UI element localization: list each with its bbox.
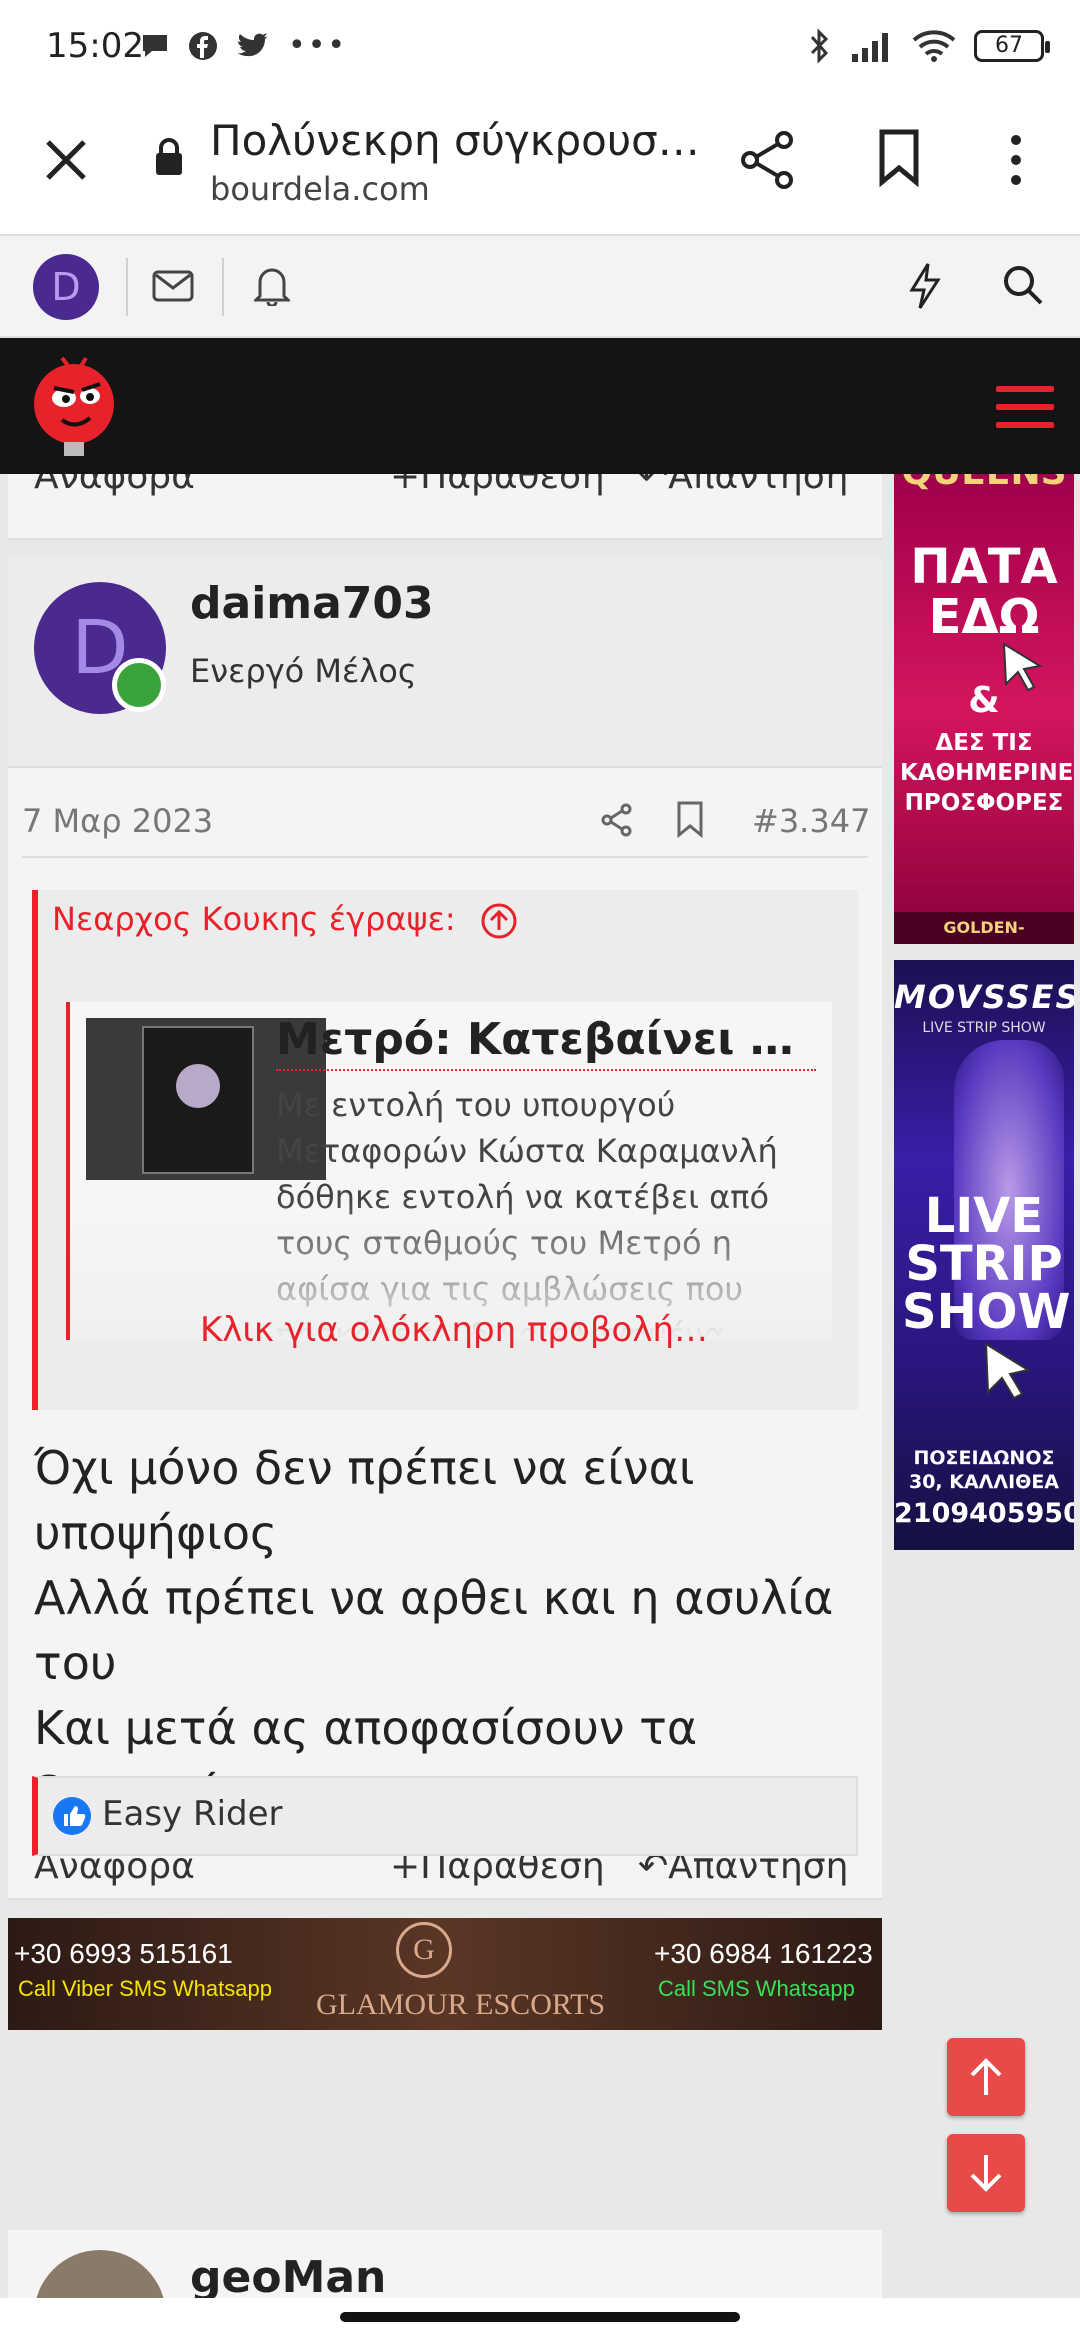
post-line: Αλλά πρέπει να αρθει και η ασυλία του: [34, 1571, 834, 1690]
thread-column: Αναφορά +Παράθεση ↶Απάντηση D daima703 Ε…: [8, 474, 882, 2340]
ad-phone: 2109405950: [894, 1498, 1074, 1529]
notification-icons: •••: [140, 28, 347, 63]
chat-bubble-icon: [143, 34, 167, 57]
post-body: Όχι μόνο δεν πρέπει να είναι υποψήφιος Α…: [34, 1436, 874, 1826]
browser-toolbar: Πολύνεκρη σύγκρουσ… bourdela.com: [0, 98, 1080, 236]
forum-user-toolbar: D: [0, 236, 1080, 338]
quote-block: Νεαρχος Κουκης έγραψε: Μετρό: Κατεβαίνει…: [32, 890, 858, 1410]
more-notifications-icon: •••: [288, 28, 348, 63]
report-link[interactable]: Αναφορά: [34, 474, 195, 497]
reaction-user[interactable]: Easy Rider: [102, 1794, 283, 1834]
online-status-icon: [112, 658, 166, 712]
share-icon[interactable]: [740, 130, 796, 190]
lock-icon: [156, 138, 182, 175]
post-author-block: D daima703 Ενεργό Μέλος: [8, 556, 882, 768]
link-preview[interactable]: Μετρό: Κατεβαίνει μ… Με εντολή του υπουρ…: [66, 1002, 832, 1340]
reactions-bar[interactable]: Easy Rider: [32, 1776, 858, 1856]
author-role: Ενεργό Μέλος: [190, 652, 417, 690]
page-title[interactable]: Πολύνεκρη σύγκρουσ…: [210, 116, 700, 165]
banner-brand: GLAMOUR ESCORTS: [316, 1988, 606, 2021]
bookmark-icon[interactable]: [878, 128, 920, 188]
ad-amp: &: [968, 680, 1000, 721]
ad-url: GOLDEN-QUEENS.COM: [894, 912, 1074, 944]
reply-link[interactable]: ↶Απάντηση: [638, 474, 848, 497]
system-icons: 67: [808, 28, 1050, 64]
post-date[interactable]: 7 Μαρ 2023: [22, 802, 213, 840]
signal-icon: [852, 33, 888, 62]
status-bar: 15:02 ••• 67: [0, 0, 1080, 98]
arrow-up-icon: [970, 2058, 1002, 2095]
bluetooth-icon: [810, 28, 829, 64]
ad-tag: LIVE STRIP SHOW: [922, 1020, 1046, 1036]
banner-sub-left: Call Viber SMS Whatsapp: [18, 1976, 272, 2001]
divider: [126, 258, 128, 316]
twitter-icon: [237, 32, 268, 56]
user-avatar[interactable]: D: [33, 254, 99, 320]
banner-phone-right: +30 6984 161223: [654, 1938, 873, 1969]
divider: [222, 258, 224, 316]
site-header: [0, 338, 1080, 474]
golden-queens-ad[interactable]: QUEENS ΠΑΤΑ ΕΔΩ & ΔΕΣ ΤΙΣ ΚΑΘΗΜΕΡΙΝΕΣ ΠΡ…: [894, 474, 1074, 944]
quote-label: Παράθεση: [420, 474, 605, 497]
ad-sub: ΔΕΣ ΤΙΣ ΚΑΘΗΜΕΡΙΝΕΣ ΠΡΟΣΦΟΡΕΣ: [900, 730, 1074, 816]
reply-label: Απάντηση: [668, 474, 849, 497]
hamburger-menu-icon[interactable]: [996, 386, 1054, 440]
author-name[interactable]: daima703: [190, 578, 434, 629]
arrow-down-icon: [970, 2155, 1002, 2192]
page-domain[interactable]: bourdela.com: [210, 170, 430, 208]
more-menu-icon[interactable]: [1004, 130, 1028, 190]
banner-sub-right: Call SMS Whatsapp: [658, 1976, 855, 2001]
arrow-up-circle-icon[interactable]: [480, 902, 518, 940]
post-card: D daima703 Ενεργό Μέλος 7 Μαρ 2023 #3.34…: [8, 556, 882, 1898]
scroll-bottom-button[interactable]: [947, 2134, 1025, 2212]
escorts-banner-ad[interactable]: +30 6993 515161 Call Viber SMS Whatsapp …: [8, 1918, 882, 2030]
lightning-icon[interactable]: [908, 262, 942, 310]
post-line: Όχι μόνο δεν πρέπει να είναι υποψήφιος: [34, 1441, 695, 1560]
movsses-ad[interactable]: MOVSSES LIVE STRIP SHOW LIVE STRIP SHOW …: [894, 960, 1074, 1550]
divider: [22, 856, 868, 858]
post-number[interactable]: #3.347: [752, 802, 870, 840]
wifi-icon: [912, 30, 956, 62]
like-icon: [53, 1797, 91, 1835]
scroll-top-button[interactable]: [947, 2038, 1025, 2116]
close-icon[interactable]: [44, 138, 88, 182]
bell-icon[interactable]: [254, 264, 290, 306]
facebook-icon: [189, 31, 217, 60]
ad-brand: QUEENS: [894, 474, 1074, 493]
cursor-icon: [984, 1342, 1031, 1400]
banner-phone-left: +30 6993 515161: [14, 1938, 233, 1969]
ad-headline: LIVE STRIP SHOW: [902, 1188, 1071, 1340]
share-post-icon[interactable]: [600, 802, 634, 838]
divider: [8, 1898, 882, 1900]
site-logo[interactable]: [28, 338, 124, 466]
battery-indicator: 67: [974, 30, 1050, 62]
banner-logo: G: [396, 1922, 452, 1978]
previous-post-footer: Αναφορά +Παράθεση ↶Απάντηση: [8, 474, 882, 540]
search-icon[interactable]: [1002, 264, 1044, 306]
next-author-name[interactable]: geoMan: [190, 2252, 386, 2303]
bookmark-post-icon[interactable]: [676, 800, 704, 838]
status-time: 15:02: [46, 26, 144, 66]
expand-quote-link[interactable]: Κλικ για ολόκληρη προβολή…: [200, 1310, 708, 1350]
quote-link[interactable]: +Παράθεση: [390, 474, 605, 497]
ad-address: ΠΟΣΕΙΔΩΝΟΣ 30, ΚΑΛΛΙΘΕΑ: [908, 1447, 1059, 1493]
mail-icon[interactable]: [152, 270, 194, 302]
ad-brand: MOVSSES: [894, 978, 1074, 1016]
home-indicator[interactable]: [340, 2312, 740, 2322]
preview-title[interactable]: Μετρό: Κατεβαίνει μ…: [276, 1014, 816, 1071]
ad-headline: ΠΑΤΑ ΕΔΩ: [910, 539, 1058, 645]
quote-header[interactable]: Νεαρχος Κουκης έγραψε:: [52, 900, 456, 938]
